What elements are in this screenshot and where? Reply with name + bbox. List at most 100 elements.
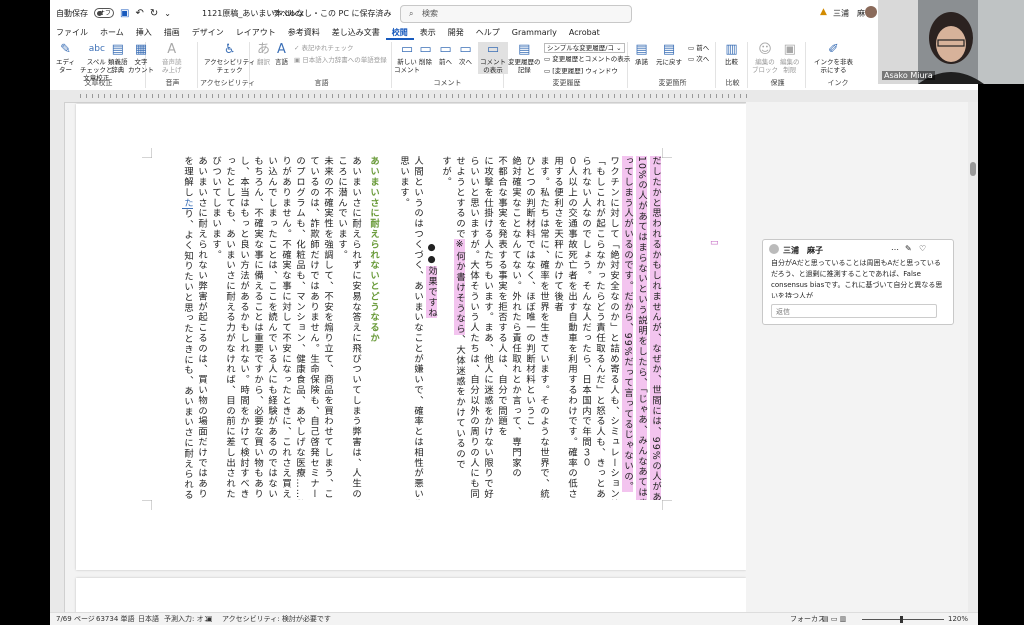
new-comment-button[interactable]: ▭ 新しい コメント [394, 42, 420, 74]
accessibility-icon: ♿ [223, 42, 236, 57]
menu-tab[interactable]: ファイル [50, 26, 94, 40]
menu-tab[interactable]: レイアウト [230, 26, 282, 40]
scroll-thumb[interactable] [970, 162, 976, 176]
ruler-tick [434, 94, 435, 98]
ruler-tick [572, 94, 573, 98]
ruler-tick [488, 94, 489, 98]
accessibility-check-button[interactable]: ♿ アクセシビリティ チェック [204, 42, 255, 74]
ruler-tick [578, 94, 579, 98]
autosave-toggle[interactable]: オフ [94, 8, 114, 18]
notation-check-button[interactable]: ✓ 表記ゆれチェック [294, 44, 354, 52]
ruler-tick [416, 94, 417, 98]
translate-button[interactable]: あ翻訳 [256, 42, 271, 66]
ruler-tick [260, 94, 261, 98]
ruler-tick [266, 94, 267, 98]
view-mode-icons[interactable]: ▤ ▭ ▥ [822, 613, 846, 625]
zoom-slider[interactable] [862, 619, 944, 620]
prev-change-icon: ▭ [688, 44, 695, 52]
group-name-compare: 比較 [725, 79, 740, 87]
undo-icon[interactable]: ↶ [135, 8, 143, 19]
menu-tab[interactable]: ホーム [94, 26, 130, 40]
search-box[interactable]: ⌕ 検索 [400, 5, 632, 23]
next-change-button[interactable]: ▭ 次へ [688, 55, 709, 63]
read-aloud-button[interactable]: A 音声読 み上げ [162, 42, 182, 74]
ruler-tick [446, 94, 447, 98]
show-markup-button[interactable]: ▭ 変更履歴とコメントの表示 [544, 55, 630, 63]
predictive-status[interactable]: 予測入力: オン [164, 613, 211, 625]
zoom-slider-thumb[interactable] [900, 616, 903, 623]
prev-comment-button[interactable]: ▭ 前へ [438, 42, 453, 66]
reviewing-pane-button[interactable]: ▭ [変更履歴] ウィンドウ [544, 67, 618, 75]
comment-marker-icon[interactable]: ▭ [710, 238, 719, 248]
prev-change-button[interactable]: ▭ 前へ [688, 44, 709, 52]
menu-tab[interactable]: 表示 [414, 26, 442, 40]
ruler-tick [236, 94, 237, 98]
menu-tab[interactable]: 描画 [158, 26, 186, 40]
menu-tab[interactable]: Acrobat [563, 26, 606, 40]
document-page[interactable]: だしたかと思われるかもしれませんが、なぜか、世間には、99%の人があてはまって、… [76, 104, 746, 570]
avatar[interactable] [865, 6, 877, 18]
language-button[interactable]: A 言語 [274, 42, 289, 66]
menu-tab[interactable]: デザイン [186, 26, 230, 40]
accept-button[interactable]: ▤ 承諾 [634, 42, 649, 66]
menu-tab[interactable]: Grammarly [506, 26, 563, 40]
translate-icon: あ [256, 42, 270, 57]
ruler-tick [296, 94, 297, 98]
like-icon[interactable]: ♡ [919, 244, 926, 253]
markup-display-select[interactable]: シンプルな変更履歴/コ ⌄ [544, 43, 625, 53]
menu-tab[interactable]: 参考資料 [282, 26, 326, 40]
warning-icon[interactable]: ▲ [820, 7, 827, 17]
comment-card[interactable]: 三浦 麻子 ✎ ♡ … 自分がAだと思っていることは周囲もAだと思っているだろう… [762, 239, 954, 325]
ruler-tick [740, 94, 741, 98]
next-comment-button[interactable]: ▭ 次へ [458, 42, 473, 66]
reject-button[interactable]: ▤ 元に戻す [656, 42, 682, 66]
text-column: ってしまう人がいるのです。だから、99%だって言ってるじゃないの。 [620, 156, 634, 500]
search-icon: ⌕ [409, 9, 414, 18]
language-status[interactable]: 日本語 [138, 613, 159, 625]
ruler-tick [254, 94, 255, 98]
block-authors-button[interactable]: ☺ 編集の ブロック [752, 42, 778, 74]
track-status-icon[interactable]: ▣ [206, 613, 213, 625]
more-options-icon[interactable]: … [891, 243, 899, 252]
redo-icon[interactable]: ↻ [150, 8, 158, 19]
track-changes-button[interactable]: ▤ 変更履歴の 記録 [508, 42, 541, 74]
ribbon: ✎ エディ ター abc スペル チェックと 文章校正 ▤ 類義語 辞典 ▦ 文字 カウ… [50, 40, 978, 91]
chevron-down-icon: ⌄ [616, 44, 622, 52]
customize-qat-icon[interactable]: ⌄ [164, 9, 171, 18]
label-status[interactable]: ラベルなし・この PC に保存済み [272, 8, 392, 19]
delete-comment-button[interactable]: ▭ 削除 [418, 42, 433, 66]
menu-tab[interactable]: 差し込み文書 [326, 26, 386, 40]
focus-button[interactable]: フォーカス [790, 613, 825, 625]
page-count[interactable]: 7/69 ページ [56, 613, 95, 625]
ruler-tick [674, 94, 675, 98]
reply-input[interactable]: 返信 [771, 304, 937, 318]
accessibility-status[interactable]: アクセシビリティ: 検討が必要です [222, 613, 331, 625]
word-count[interactable]: 63734 単語 [96, 613, 135, 625]
edit-comment-icon[interactable]: ✎ [905, 244, 912, 253]
vertical-ruler[interactable] [50, 102, 65, 612]
text-column: びついてしまいます。 [210, 156, 221, 260]
ruler-tick [506, 94, 507, 98]
menu-tab[interactable]: ヘルプ [470, 26, 506, 40]
ruler-tick [380, 94, 381, 98]
menu-tab[interactable]: 挿入 [130, 26, 158, 40]
show-comments-button[interactable]: ▭ コメント の表示 [478, 42, 508, 74]
hide-ink-button[interactable]: ✐ インクを非表 示にする [814, 42, 853, 74]
thesaurus-button[interactable]: ▤ 類義語 辞典 [108, 42, 128, 74]
group-name-language: 言語 [314, 79, 329, 87]
compare-button[interactable]: ▥ 比較 [724, 42, 739, 66]
ruler-tick [404, 94, 405, 98]
ruler-tick [140, 94, 141, 98]
menu-tab[interactable]: 校閲 [385, 26, 414, 40]
editor-button[interactable]: ✎ エディ ター [56, 42, 75, 74]
menu-tab[interactable]: 開発 [442, 26, 470, 40]
save-icon[interactable]: ▣ [120, 8, 129, 19]
ruler-tick [218, 94, 219, 98]
zoom-level[interactable]: 120% [948, 613, 968, 625]
vertical-scrollbar[interactable] [968, 102, 978, 612]
dictionary-register-button[interactable]: ▣ 日本語入力辞書への単語登録 [294, 56, 387, 64]
ruler-tick [224, 94, 225, 98]
restrict-editing-button[interactable]: ▣ 編集の 制限 [780, 42, 800, 74]
text-column: い込んでしまったことは、ここを読んでいる人にも経験があるのではないでしょうか。 [266, 156, 277, 500]
ruler-tick [344, 94, 345, 98]
